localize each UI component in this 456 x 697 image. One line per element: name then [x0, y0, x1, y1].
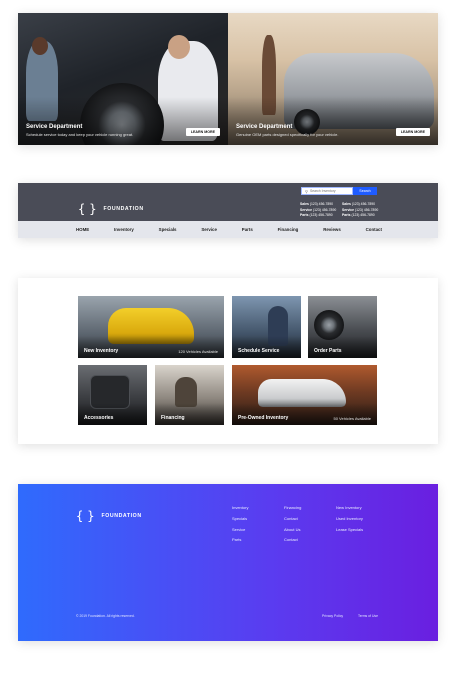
nav-item-specials[interactable]: Specials [159, 227, 177, 232]
site-header: {} FOUNDATION ⚲ Search Sales (123) 456-7… [18, 183, 438, 238]
tile-pre-owned[interactable]: Pre-Owned Inventory 50 Vehicles Availabl… [232, 365, 377, 425]
nav-item-inventory[interactable]: Inventory [114, 227, 134, 232]
tile-label: New Inventory [84, 348, 119, 354]
learn-more-button[interactable]: LEARN MORE [185, 128, 220, 136]
photo-mechanic-head-left [32, 37, 48, 55]
tile-financing[interactable]: Financing [155, 365, 224, 425]
contact-list-right: Sales (123) 456-7890 Service (123) 456-7… [342, 202, 378, 219]
hero-description: Genuine OEM parts designed specifically … [236, 132, 339, 137]
tile-label: Financing [161, 415, 185, 421]
tile-order-parts[interactable]: Order Parts [308, 296, 377, 358]
hero-tile-service[interactable]: Service Department Schedule service toda… [18, 13, 228, 145]
footer-column-2: Financing Contact About Us Contact [284, 503, 301, 546]
curly-brace-logo-icon: {} [76, 509, 99, 523]
footer-link[interactable]: Contact [284, 514, 301, 525]
tile-label: Order Parts [314, 348, 342, 354]
terms-link[interactable]: Terms of Use [358, 614, 378, 618]
tile-schedule-service[interactable]: Schedule Service [232, 296, 301, 358]
brand-name: FOUNDATION [103, 206, 144, 212]
contact-line: Parts (123) 456-7890 [342, 213, 375, 218]
footer-link[interactable]: Contact [284, 535, 301, 546]
privacy-link[interactable]: Privacy Policy [322, 614, 343, 618]
tile-accessories[interactable]: Accessories [78, 365, 147, 425]
hero-title: Service Department [26, 124, 83, 130]
copyright: © 2019 Foundation. All rights reserved. [76, 614, 135, 618]
footer-logo[interactable]: {} FOUNDATION [76, 509, 142, 523]
footer-link[interactable]: Lease Specials [336, 525, 363, 536]
main-nav: HOME Inventory Specials Service Parts Fi… [18, 221, 438, 238]
tile-label: Accessories [84, 415, 114, 421]
search-field[interactable]: ⚲ [301, 187, 353, 195]
tile-new-inventory[interactable]: New Inventory 120 Vehicles Available [78, 296, 224, 358]
photo-mechanic-head-right [168, 35, 190, 59]
footer-link[interactable]: Service [232, 525, 248, 536]
search-button[interactable]: Search [353, 187, 377, 195]
tile-label: Pre-Owned Inventory [238, 415, 289, 421]
hero-banner: Service Department Schedule service toda… [18, 13, 438, 145]
nav-item-reviews[interactable]: Reviews [323, 227, 341, 232]
hero-tile-parts[interactable]: Service Department Genuine OEM parts des… [228, 13, 438, 145]
header-topbar: {} FOUNDATION ⚲ Search Sales (123) 456-7… [18, 183, 438, 221]
magnifier-icon: ⚲ [305, 188, 308, 194]
nav-item-service[interactable]: Service [201, 227, 217, 232]
footer-link[interactable]: About Us [284, 525, 301, 536]
search-input[interactable] [309, 188, 348, 194]
tile-count: 50 Vehicles Available [333, 416, 371, 421]
hero-description: Schedule service today and keep your veh… [26, 132, 134, 137]
footer-link[interactable]: Inventory [232, 503, 248, 514]
site-footer: {} FOUNDATION Inventory Specials Service… [18, 484, 438, 641]
contact-list-left: Sales (123) 456-7890 Service (123) 456-7… [300, 202, 336, 219]
footer-link[interactable]: Parts [232, 535, 248, 546]
learn-more-button[interactable]: LEARN MORE [395, 128, 430, 136]
hero-title: Service Department [236, 124, 293, 130]
contact-line: Parts (123) 456-7890 [300, 213, 333, 218]
footer-column-1: Inventory Specials Service Parts [232, 503, 248, 546]
header-logo[interactable]: {} FOUNDATION [78, 202, 144, 216]
nav-item-contact[interactable]: Contact [366, 227, 382, 232]
nav-item-home[interactable]: HOME [76, 227, 89, 232]
footer-link[interactable]: Specials [232, 514, 248, 525]
footer-column-3: New Inventory Used Inventory Lease Speci… [336, 503, 363, 535]
brand-name: FOUNDATION [101, 513, 142, 519]
footer-link[interactable]: Financing [284, 503, 301, 514]
footer-link[interactable]: New Inventory [336, 503, 363, 514]
nav-item-financing[interactable]: Financing [278, 227, 299, 232]
tile-label: Schedule Service [238, 348, 280, 354]
footer-link[interactable]: Used Inventory [336, 514, 363, 525]
nav-item-parts[interactable]: Parts [242, 227, 253, 232]
curly-brace-logo-icon: {} [78, 202, 101, 216]
category-tiles: New Inventory 120 Vehicles Available Sch… [18, 278, 438, 444]
tile-count: 120 Vehicles Available [178, 349, 218, 354]
